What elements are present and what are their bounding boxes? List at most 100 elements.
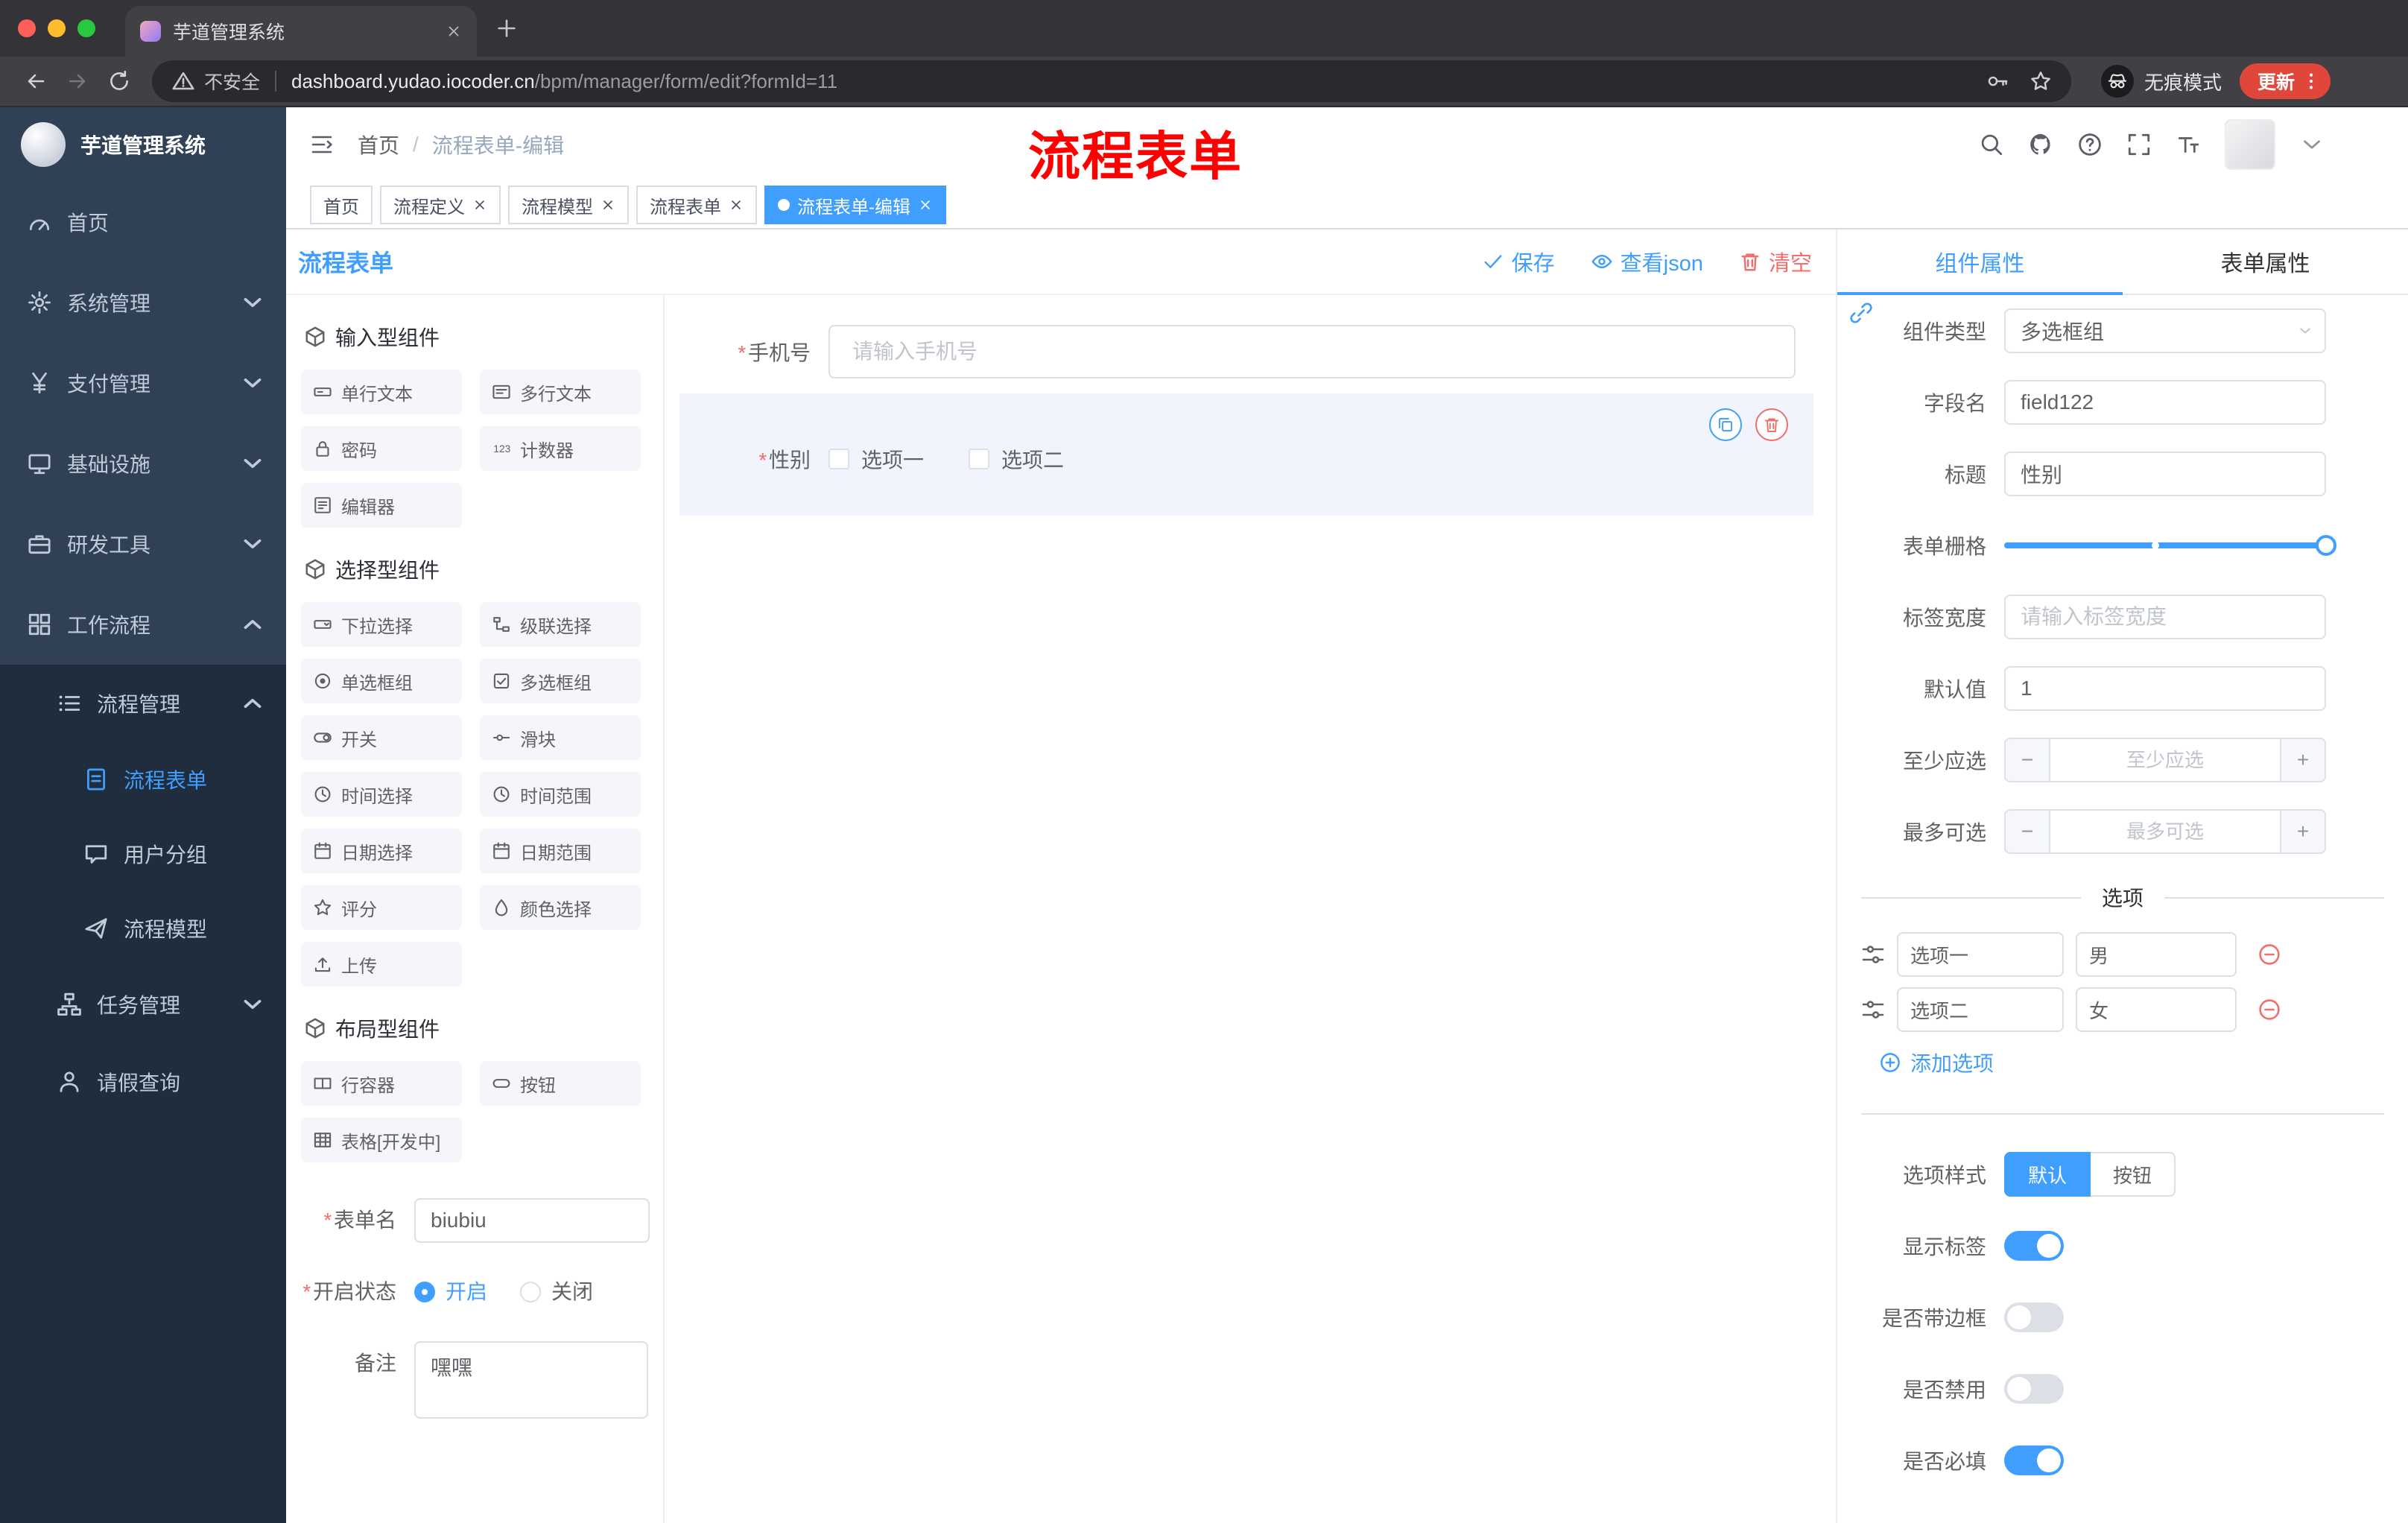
add-option-button[interactable]: 添加选项 [1837, 1037, 2408, 1088]
tab-component-properties[interactable]: 组件属性 [1837, 229, 2123, 295]
tag-close-icon[interactable] [472, 197, 487, 212]
chip-color-picker[interactable]: 颜色选择 [480, 885, 641, 930]
option1-label-input[interactable] [1897, 932, 2064, 977]
tag-process-definition[interactable]: 流程定义 [380, 186, 501, 224]
sidebar-item-home[interactable]: 首页 [0, 182, 286, 262]
chip-cascader[interactable]: 级联选择 [480, 602, 641, 647]
reload-button[interactable] [98, 60, 140, 102]
remove-option-icon[interactable] [2258, 998, 2281, 1022]
help-icon[interactable] [2077, 132, 2103, 157]
sidebar-item-process-management[interactable]: 流程管理 [0, 665, 286, 742]
form-canvas[interactable]: *手机号 *性别 选项一 [665, 295, 1836, 1523]
security-label[interactable]: 不安全 [204, 68, 260, 95]
back-button[interactable] [15, 60, 57, 102]
phone-field-row[interactable]: * 手机号 [679, 325, 1836, 379]
chip-button[interactable]: 按钮 [480, 1061, 641, 1106]
min-select-input[interactable] [2050, 739, 2280, 781]
github-icon[interactable] [2028, 132, 2053, 157]
show-label-switch[interactable] [2004, 1231, 2064, 1261]
decrease-button[interactable]: − [2006, 739, 2050, 781]
avatar-caret-icon[interactable] [2299, 132, 2325, 157]
doc-link-icon[interactable] [1849, 301, 1873, 325]
sidebar-item-process-form[interactable]: 流程表单 [0, 742, 286, 817]
chip-single-line-text[interactable]: 单行文本 [301, 370, 462, 414]
fullscreen-icon[interactable] [2126, 132, 2152, 157]
default-value-input[interactable] [2004, 666, 2326, 711]
chip-switch[interactable]: 开关 [301, 715, 462, 760]
checkbox-icon[interactable] [828, 449, 849, 469]
address-bar[interactable]: 不安全 dashboard.yudao.iocoder.cn /bpm/mana… [152, 60, 2071, 102]
chip-multi-line-text[interactable]: 多行文本 [480, 370, 641, 414]
chip-counter[interactable]: 计数器 [480, 426, 641, 471]
option2-value-input[interactable] [2076, 987, 2237, 1032]
title-input[interactable] [2004, 452, 2326, 496]
copy-widget-button[interactable] [1709, 408, 1742, 441]
password-key-icon[interactable] [1986, 70, 2009, 92]
sidebar-item-devtools[interactable]: 研发工具 [0, 504, 286, 584]
save-button[interactable]: 保存 [1482, 246, 1555, 277]
drag-handle-icon[interactable] [1861, 998, 1885, 1022]
form-name-input[interactable] [414, 1198, 650, 1243]
sidebar-item-user-group[interactable]: 用户分组 [0, 817, 286, 891]
search-icon[interactable] [1979, 132, 2004, 157]
tag-close-icon[interactable] [918, 197, 933, 212]
max-select-input[interactable] [2050, 811, 2280, 852]
tag-close-icon[interactable] [729, 197, 744, 212]
browser-tab[interactable]: 芋道管理系统 [125, 6, 477, 57]
tab-close-icon[interactable] [446, 23, 462, 39]
update-button[interactable]: 更新 [2239, 63, 2331, 99]
form-grid-slider[interactable] [2004, 535, 2336, 556]
tab-form-properties[interactable]: 表单属性 [2123, 229, 2408, 294]
sidebar-item-task-management[interactable]: 任务管理 [0, 966, 286, 1043]
phone-input[interactable] [828, 325, 1796, 379]
chip-rate[interactable]: 评分 [301, 885, 462, 930]
option1-value-input[interactable] [2076, 932, 2237, 977]
gender-checkbox-option2[interactable]: 选项二 [969, 444, 1064, 474]
decrease-button[interactable]: − [2006, 811, 2050, 852]
tag-process-form-edit[interactable]: 流程表单-编辑 [764, 186, 946, 224]
chip-editor[interactable]: 编辑器 [301, 483, 462, 528]
disabled-switch[interactable] [2004, 1374, 2064, 1404]
avatar[interactable] [2225, 119, 2275, 170]
sidebar-item-system-management[interactable]: 系统管理 [0, 262, 286, 343]
sidebar-item-process-model[interactable]: 流程模型 [0, 891, 286, 966]
gender-checkbox-option1[interactable]: 选项一 [828, 444, 924, 474]
chip-upload[interactable]: 上传 [301, 942, 462, 987]
status-radio-off[interactable]: 关闭 [520, 1270, 593, 1314]
style-button-button[interactable]: 按钮 [2091, 1152, 2176, 1197]
delete-widget-button[interactable] [1755, 408, 1788, 441]
border-switch[interactable] [2004, 1302, 2064, 1332]
sidebar-item-leave-query[interactable]: 请假查询 [0, 1043, 286, 1121]
increase-button[interactable]: + [2280, 811, 2325, 852]
drag-handle-icon[interactable] [1861, 943, 1885, 966]
increase-button[interactable]: + [2280, 739, 2325, 781]
component-type-select[interactable]: 多选框组 [2004, 308, 2326, 353]
chip-table[interactable]: 表格[开发中] [301, 1118, 462, 1162]
remark-textarea[interactable]: 嘿嘿 [414, 1341, 648, 1419]
chip-select[interactable]: 下拉选择 [301, 602, 462, 647]
status-radio-on[interactable]: 开启 [414, 1270, 487, 1314]
option2-label-input[interactable] [1897, 987, 2064, 1032]
sidebar-item-payment-management[interactable]: 支付管理 [0, 343, 286, 423]
chip-time-range[interactable]: 时间范围 [480, 772, 641, 817]
field-name-input[interactable] [2004, 380, 2326, 425]
chip-checkbox-group[interactable]: 多选框组 [480, 659, 641, 703]
chip-time-picker[interactable]: 时间选择 [301, 772, 462, 817]
selected-gender-widget[interactable]: * 性别 选项一 选项二 [679, 393, 1813, 516]
window-zoom-button[interactable] [77, 19, 95, 37]
font-size-icon[interactable] [2176, 132, 2201, 157]
breadcrumb-home[interactable]: 首页 [358, 130, 399, 159]
forward-button[interactable] [57, 60, 98, 102]
window-minimize-button[interactable] [48, 19, 66, 37]
new-tab-button[interactable] [495, 16, 519, 40]
checkbox-icon[interactable] [969, 449, 990, 469]
chip-password[interactable]: 密码 [301, 426, 462, 471]
tag-process-form[interactable]: 流程表单 [636, 186, 757, 224]
tag-process-model[interactable]: 流程模型 [508, 186, 629, 224]
browser-menu-kebab-icon[interactable] [2301, 71, 2322, 92]
tag-close-icon[interactable] [601, 197, 615, 212]
tag-home[interactable]: 首页 [310, 186, 373, 224]
sidebar-logo[interactable]: 芋道管理系统 [0, 107, 286, 182]
remove-option-icon[interactable] [2258, 943, 2281, 966]
window-close-button[interactable] [18, 19, 36, 37]
